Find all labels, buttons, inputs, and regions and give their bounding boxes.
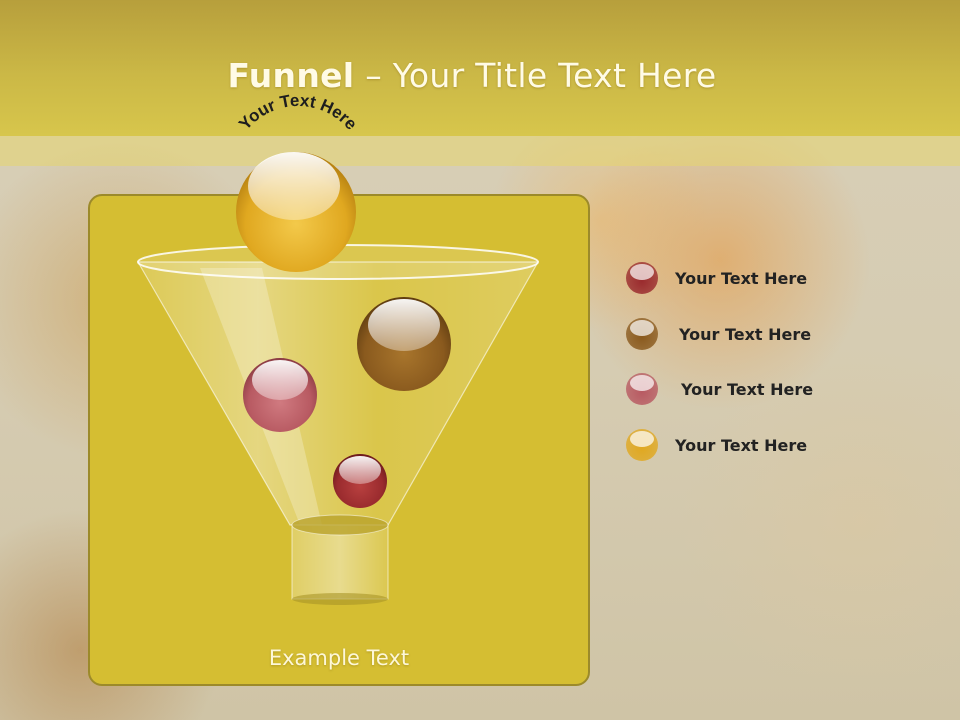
legend-item[interactable]: Your Text Here bbox=[625, 369, 813, 409]
legend-bullet-icon bbox=[626, 429, 658, 461]
ball-gold bbox=[236, 152, 356, 272]
ball-rose bbox=[243, 358, 317, 432]
legend-label: Your Text Here bbox=[679, 324, 812, 344]
legend-label: Your Text Here bbox=[681, 379, 814, 399]
ball-brown bbox=[357, 297, 451, 391]
arc-label[interactable]: Your Text Here bbox=[235, 91, 361, 134]
legend-label: Your Text Here bbox=[675, 435, 808, 455]
funnel-spout-bottom bbox=[292, 593, 388, 605]
legend-bullet-icon bbox=[626, 262, 658, 294]
legend-item[interactable]: Your Text Here bbox=[625, 314, 811, 354]
legend-item[interactable]: Your Text Here bbox=[625, 425, 807, 465]
funnel-diagram: Your Text Here bbox=[136, 91, 540, 605]
example-text[interactable]: Example Text bbox=[88, 646, 590, 670]
legend-label: Your Text Here bbox=[675, 268, 808, 288]
legend-bullet-icon bbox=[626, 318, 658, 350]
legend-bullet-icon bbox=[626, 373, 658, 405]
funnel-spout-top bbox=[291, 514, 389, 536]
funnel-spout bbox=[291, 524, 389, 600]
legend-item[interactable]: Your Text Here bbox=[625, 258, 807, 298]
ball-crimson bbox=[333, 454, 387, 508]
